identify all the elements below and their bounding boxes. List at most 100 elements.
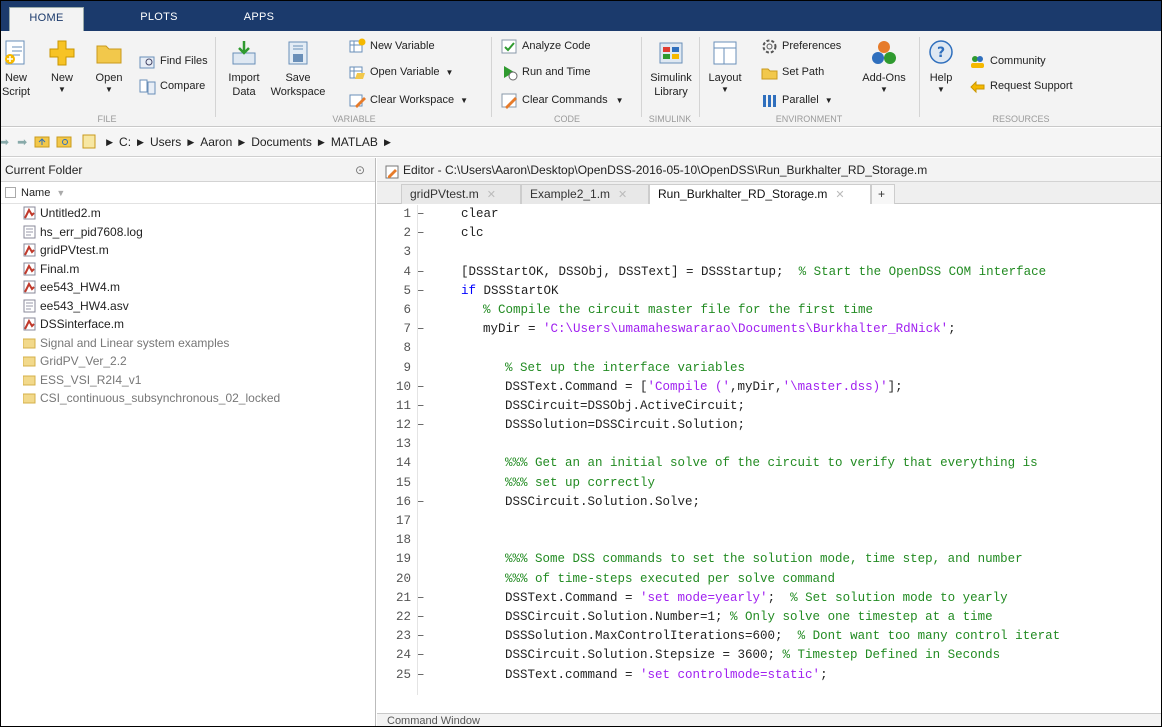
- code-line[interactable]: 16– DSSCircuit.Solution.Solve;: [377, 493, 1161, 512]
- select-all-checkbox[interactable]: [5, 187, 16, 198]
- browse-folder-icon[interactable]: [56, 134, 72, 151]
- parallel-button[interactable]: Parallel ▼: [761, 90, 833, 110]
- file-list-item[interactable]: ee543_HW4.m: [1, 278, 375, 297]
- code-line[interactable]: 19 %%% Some DSS commands to set the solut…: [377, 550, 1161, 569]
- new-script-button[interactable]: New Script: [1, 35, 31, 111]
- breakpoint-marker[interactable]: –: [417, 416, 425, 435]
- request-support-button[interactable]: Request Support: [969, 76, 1073, 96]
- code-line[interactable]: 24– DSSCircuit.Solution.Stepsize = 3600; …: [377, 646, 1161, 665]
- open-variable-icon: [349, 64, 366, 81]
- breakpoint-marker[interactable]: –: [417, 320, 425, 339]
- command-window-header[interactable]: Command Window: [377, 713, 1161, 726]
- tab-home[interactable]: HOME: [9, 7, 84, 31]
- code-line[interactable]: 23– DSSSolution.MaxControlIterations=600;…: [377, 627, 1161, 646]
- open-button[interactable]: Open ▼: [91, 35, 127, 111]
- breadcrumb-aaron[interactable]: Aaron: [200, 135, 232, 149]
- breakpoint-marker[interactable]: –: [417, 608, 425, 627]
- breadcrumb-matlab[interactable]: MATLAB: [331, 135, 378, 149]
- file-list-item[interactable]: Signal and Linear system examples: [1, 334, 375, 353]
- close-icon[interactable]: ✕: [487, 189, 496, 201]
- editor-tab-gridpvtest[interactable]: gridPVtest.m ✕: [401, 184, 521, 204]
- simulink-library-button[interactable]: Simulink Library: [647, 35, 695, 111]
- code-line[interactable]: 5– if DSSStartOK: [377, 282, 1161, 301]
- file-list-item[interactable]: GridPV_Ver_2.2: [1, 352, 375, 371]
- file-list-item[interactable]: Untitled2.m: [1, 204, 375, 223]
- path-segments: ▶ C: ▶ Users ▶ Aaron ▶ Documents ▶ MATLA…: [100, 135, 397, 149]
- up-folder-icon[interactable]: [34, 134, 50, 151]
- tab-plots[interactable]: PLOTS: [129, 7, 189, 31]
- breadcrumb-drive[interactable]: C:: [119, 135, 131, 149]
- breadcrumb-documents[interactable]: Documents: [251, 135, 312, 149]
- panel-menu-icon[interactable]: ⊙: [355, 158, 365, 182]
- code-line[interactable]: 12– DSSSolution=DSSCircuit.Solution;: [377, 416, 1161, 435]
- editor-tab-example2-1[interactable]: Example2_1.m ✕: [521, 184, 649, 204]
- breakpoint-marker[interactable]: –: [417, 378, 425, 397]
- clear-commands-button[interactable]: Clear Commands ▼: [501, 90, 624, 110]
- breakpoint-marker[interactable]: –: [417, 397, 425, 416]
- back-arrow-icon[interactable]: ➡: [1, 135, 9, 149]
- request-support-icon: [969, 78, 986, 95]
- code-area[interactable]: 1– clear 2– clc 3 4– [DSSStartOK, DSSObj, DSST…: [377, 205, 1161, 695]
- code-line[interactable]: 14 %%% Get an an initial solve of the cir…: [377, 454, 1161, 473]
- code-line[interactable]: 10– DSSText.Command = ['Compile (',myDir,…: [377, 378, 1161, 397]
- code-line[interactable]: 3: [377, 243, 1161, 262]
- code-line[interactable]: 6 % Compile the circuit master file for t…: [377, 301, 1161, 320]
- breakpoint-marker[interactable]: –: [417, 224, 425, 243]
- name-column-header[interactable]: Name ▼: [1, 182, 375, 204]
- breakpoint-marker[interactable]: –: [417, 205, 425, 224]
- breakpoint-marker[interactable]: –: [417, 627, 425, 646]
- compare-button[interactable]: Compare: [139, 76, 205, 96]
- close-icon[interactable]: ✕: [835, 189, 844, 201]
- code-line[interactable]: 4– [DSSStartOK, DSSObj, DSSText] = DSSSta…: [377, 263, 1161, 282]
- forward-arrow-icon[interactable]: ➡: [17, 135, 27, 149]
- code-line[interactable]: 20 %%% of time-steps executed per solve c…: [377, 570, 1161, 589]
- code-line[interactable]: 25– DSSText.command = 'set controlmode=st…: [377, 666, 1161, 685]
- help-button[interactable]: ? Help ▼: [925, 35, 957, 111]
- analyze-code-button[interactable]: Analyze Code: [501, 36, 591, 56]
- breakpoint-marker[interactable]: –: [417, 282, 425, 301]
- import-data-button[interactable]: Import Data: [223, 35, 265, 111]
- community-button[interactable]: Community: [969, 51, 1046, 71]
- file-list-item[interactable]: DSSinterface.m: [1, 315, 375, 334]
- new-tab-button[interactable]: +: [871, 184, 895, 204]
- code-line[interactable]: 1– clear: [377, 205, 1161, 224]
- code-line[interactable]: 9 % Set up the interface variables: [377, 359, 1161, 378]
- new-variable-button[interactable]: New Variable: [349, 36, 435, 56]
- find-files-button[interactable]: Find Files: [139, 51, 208, 71]
- code-line[interactable]: 2– clc: [377, 224, 1161, 243]
- preferences-button[interactable]: Preferences: [761, 36, 841, 56]
- set-path-button[interactable]: Set Path: [761, 62, 824, 82]
- breakpoint-marker[interactable]: –: [417, 493, 425, 512]
- save-workspace-button[interactable]: Save Workspace: [269, 35, 327, 111]
- code-line[interactable]: 13: [377, 435, 1161, 454]
- tab-apps[interactable]: APPS: [229, 7, 289, 31]
- run-and-time-button[interactable]: Run and Time: [501, 62, 590, 82]
- file-list-item[interactable]: Final.m: [1, 260, 375, 279]
- code-line[interactable]: 21– DSSText.Command = 'set mode=yearly'; …: [377, 589, 1161, 608]
- file-list-item[interactable]: ESS_VSI_R2I4_v1: [1, 371, 375, 390]
- file-list-item[interactable]: CSI_continuous_subsynchronous_02_locked: [1, 389, 375, 408]
- layout-button[interactable]: Layout ▼: [705, 35, 745, 111]
- code-line[interactable]: 7– myDir = 'C:\Users\umamaheswararao\Docu…: [377, 320, 1161, 339]
- file-list-item[interactable]: ee543_HW4.asv: [1, 297, 375, 316]
- code-line[interactable]: 18: [377, 531, 1161, 550]
- new-button[interactable]: New ▼: [45, 35, 79, 111]
- breakpoint-marker[interactable]: –: [417, 666, 425, 685]
- clear-workspace-button[interactable]: Clear Workspace ▼: [349, 90, 468, 110]
- breakpoint-marker[interactable]: –: [417, 646, 425, 665]
- breakpoint-marker[interactable]: –: [417, 263, 425, 282]
- file-list-item[interactable]: gridPVtest.m: [1, 241, 375, 260]
- close-icon[interactable]: ✕: [618, 189, 627, 201]
- open-variable-button[interactable]: Open Variable ▼: [349, 62, 453, 82]
- code-line[interactable]: 17: [377, 512, 1161, 531]
- breadcrumb-users[interactable]: Users: [150, 135, 181, 149]
- breakpoint-marker[interactable]: –: [417, 589, 425, 608]
- chevron-down-icon: ▼: [824, 95, 833, 105]
- editor-tab-run-burkhalter[interactable]: Run_Burkhalter_RD_Storage.m ✕: [649, 184, 871, 204]
- code-line[interactable]: 8: [377, 339, 1161, 358]
- file-list-item[interactable]: hs_err_pid7608.log: [1, 223, 375, 242]
- code-line[interactable]: 15 %%% set up correctly: [377, 474, 1161, 493]
- add-ons-button[interactable]: Add-Ons ▼: [857, 35, 911, 111]
- code-line[interactable]: 22– DSSCircuit.Solution.Number=1; % Only …: [377, 608, 1161, 627]
- code-line[interactable]: 11– DSSCircuit=DSSObj.ActiveCircuit;: [377, 397, 1161, 416]
